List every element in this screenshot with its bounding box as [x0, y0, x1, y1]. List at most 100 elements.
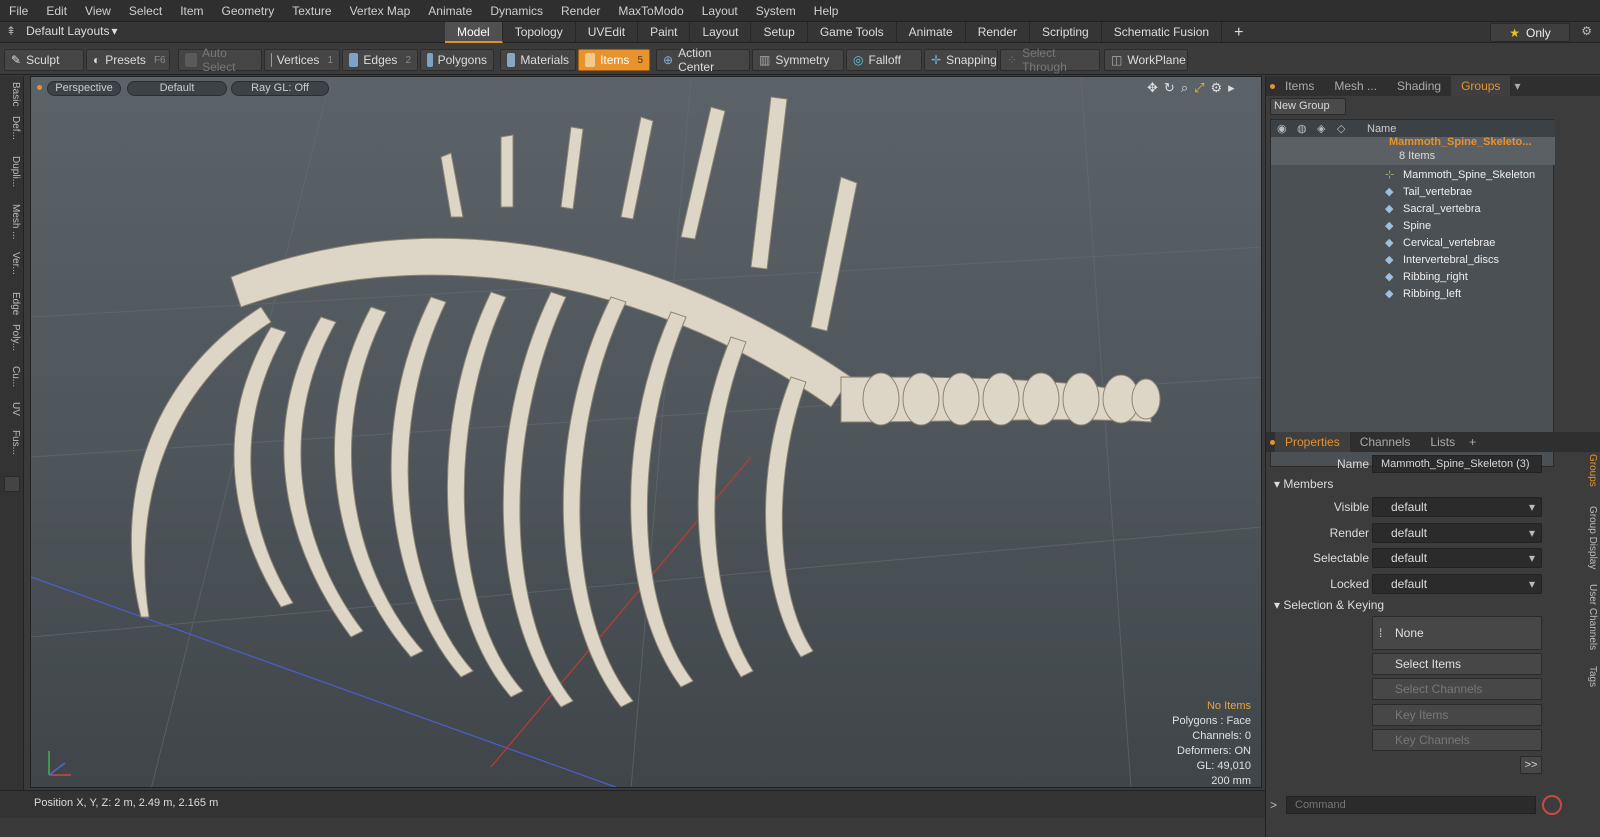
- name-field[interactable]: Mammoth_Spine_Skeleton (3): [1372, 455, 1542, 473]
- fit-view-icon[interactable]: ⤢: [1194, 80, 1204, 96]
- layout-selector[interactable]: ⇞ Default Layouts ▾: [6, 24, 117, 38]
- left-tab-polygon[interactable]: Poly...: [3, 324, 21, 351]
- tab-model[interactable]: Model: [445, 22, 503, 43]
- tab-schematic-fusion[interactable]: Schematic Fusion: [1102, 22, 1223, 43]
- locked-dropdown[interactable]: default: [1372, 574, 1542, 594]
- falloff-button[interactable]: ◎ Falloff: [846, 49, 922, 71]
- tab-topology[interactable]: Topology: [503, 22, 576, 43]
- 3d-viewport[interactable]: Perspective Default Ray GL: Off ✥ ↻ ⌕ ⤢ …: [30, 76, 1262, 788]
- tab-setup[interactable]: Setup: [751, 22, 808, 43]
- menu-help[interactable]: Help: [805, 0, 848, 22]
- chevron-down-icon[interactable]: ▾: [1514, 79, 1520, 93]
- menu-file[interactable]: File: [0, 0, 37, 22]
- list-item[interactable]: ⊹ Mammoth_Spine_Skeleton: [1271, 166, 1555, 183]
- add-tab-icon[interactable]: +: [1469, 435, 1476, 449]
- menu-geometry[interactable]: Geometry: [213, 0, 284, 22]
- gear-icon[interactable]: ⚙: [1581, 24, 1592, 38]
- auto-select-button[interactable]: Auto Select: [178, 46, 262, 74]
- key-channels-button[interactable]: Key Channels: [1372, 729, 1542, 751]
- list-item[interactable]: ◆ Cervical_vertebrae: [1271, 234, 1555, 251]
- side-tab-user-channels[interactable]: User Channels: [1582, 584, 1598, 650]
- vertices-button[interactable]: Vertices 1: [264, 49, 340, 71]
- up-arrow-icon[interactable]: ⇞: [6, 24, 16, 38]
- new-group-button[interactable]: New Group: [1270, 98, 1346, 115]
- tab-lists[interactable]: Lists: [1420, 432, 1465, 452]
- side-tab-groups[interactable]: Groups: [1582, 454, 1598, 487]
- select-items-button[interactable]: Select Items: [1372, 653, 1542, 675]
- view-type-dropdown[interactable]: Perspective: [47, 81, 121, 96]
- menu-view[interactable]: View: [76, 0, 120, 22]
- left-tab-duplicate[interactable]: Dupli...: [3, 156, 21, 187]
- sculpt-button[interactable]: ✎ Sculpt: [4, 49, 84, 71]
- raygl-toggle[interactable]: Ray GL: Off: [231, 81, 329, 96]
- polygons-button[interactable]: Polygons: [420, 49, 494, 71]
- left-tab-edge[interactable]: Edge: [3, 292, 21, 315]
- name-column-header[interactable]: Name: [1367, 123, 1396, 135]
- none-button[interactable]: ⁞ None: [1372, 616, 1542, 650]
- left-tab-mesh[interactable]: Mesh ...: [3, 204, 21, 240]
- symmetry-button[interactable]: ▥ Symmetry: [752, 49, 844, 71]
- more-button[interactable]: >>: [1520, 756, 1542, 774]
- materials-button[interactable]: Materials: [500, 49, 576, 71]
- left-tab-uv[interactable]: UV: [3, 402, 21, 416]
- expand-strip-button[interactable]: [4, 476, 20, 492]
- menu-maxtomodo[interactable]: MaxToModo: [609, 0, 692, 22]
- tab-layout[interactable]: Layout: [690, 22, 752, 43]
- left-tab-vertex[interactable]: Ver...: [3, 252, 21, 275]
- shading-dropdown[interactable]: Default: [127, 81, 227, 96]
- tab-items[interactable]: Items: [1275, 76, 1324, 96]
- viewport-expand-icon[interactable]: ▸: [1228, 80, 1235, 96]
- left-tab-fusion[interactable]: Fus...: [3, 430, 21, 455]
- tab-paint[interactable]: Paint: [638, 22, 691, 43]
- edges-button[interactable]: Edges 2: [342, 49, 418, 71]
- tab-properties[interactable]: Properties: [1275, 432, 1350, 452]
- left-tab-deform[interactable]: Def...: [3, 116, 21, 140]
- key-items-button[interactable]: Key Items: [1372, 704, 1542, 726]
- viewport-gear-icon[interactable]: ⚙: [1211, 80, 1223, 96]
- menu-layout[interactable]: Layout: [693, 0, 747, 22]
- tab-animate[interactable]: Animate: [897, 22, 966, 43]
- visible-dropdown[interactable]: default: [1372, 497, 1542, 517]
- tab-render[interactable]: Render: [966, 22, 1031, 43]
- record-icon[interactable]: [1542, 795, 1562, 815]
- tab-shading[interactable]: Shading: [1387, 76, 1451, 96]
- only-toggle[interactable]: ★ Only: [1490, 23, 1570, 42]
- left-tab-basic[interactable]: Basic: [3, 82, 21, 106]
- menu-vertex-map[interactable]: Vertex Map: [341, 0, 420, 22]
- action-center-button[interactable]: ⊕ Action Center: [656, 46, 750, 74]
- tab-uvedit[interactable]: UVEdit: [576, 22, 639, 43]
- menu-select[interactable]: Select: [120, 0, 171, 22]
- menu-system[interactable]: System: [747, 0, 805, 22]
- tab-game-tools[interactable]: Game Tools: [808, 22, 897, 43]
- add-tab-button[interactable]: +: [1222, 22, 1255, 43]
- selection-keying-section[interactable]: ▾ Selection & Keying: [1274, 598, 1384, 612]
- tab-groups[interactable]: Groups: [1451, 76, 1511, 96]
- left-tab-curve[interactable]: Cu...: [3, 366, 21, 387]
- selectable-dropdown[interactable]: default: [1372, 548, 1542, 568]
- tab-scripting[interactable]: Scripting: [1030, 22, 1102, 43]
- list-item[interactable]: ◆ Intervertebral_discs: [1271, 251, 1555, 268]
- menu-dynamics[interactable]: Dynamics: [481, 0, 552, 22]
- menu-texture[interactable]: Texture: [283, 0, 340, 22]
- list-item[interactable]: ◆ Tail_vertebrae: [1271, 183, 1555, 200]
- snapping-button[interactable]: ✛ Snapping: [924, 49, 998, 71]
- select-icon[interactable]: ◇: [1337, 122, 1345, 135]
- items-button[interactable]: Items 5: [578, 49, 650, 71]
- eye-icon[interactable]: ◉: [1277, 122, 1287, 135]
- list-item[interactable]: ◆ Ribbing_left: [1271, 285, 1555, 302]
- workplane-button[interactable]: ◫ WorkPlane: [1104, 49, 1188, 71]
- select-channels-button[interactable]: Select Channels: [1372, 678, 1542, 700]
- menu-edit[interactable]: Edit: [37, 0, 76, 22]
- rotate-view-icon[interactable]: ↻: [1164, 80, 1175, 96]
- menu-render[interactable]: Render: [552, 0, 609, 22]
- render-dropdown[interactable]: default: [1372, 523, 1542, 543]
- tab-channels[interactable]: Channels: [1350, 432, 1421, 452]
- move-view-icon[interactable]: ✥: [1147, 80, 1158, 96]
- command-input[interactable]: [1286, 796, 1536, 814]
- menu-animate[interactable]: Animate: [419, 0, 481, 22]
- list-item[interactable]: ◆ Sacral_vertebra: [1271, 200, 1555, 217]
- lock-icon[interactable]: ◈: [1317, 122, 1325, 135]
- menu-item[interactable]: Item: [171, 0, 212, 22]
- presets-button[interactable]: ◐ Presets F6: [86, 49, 170, 71]
- side-tab-tags[interactable]: Tags: [1582, 666, 1598, 687]
